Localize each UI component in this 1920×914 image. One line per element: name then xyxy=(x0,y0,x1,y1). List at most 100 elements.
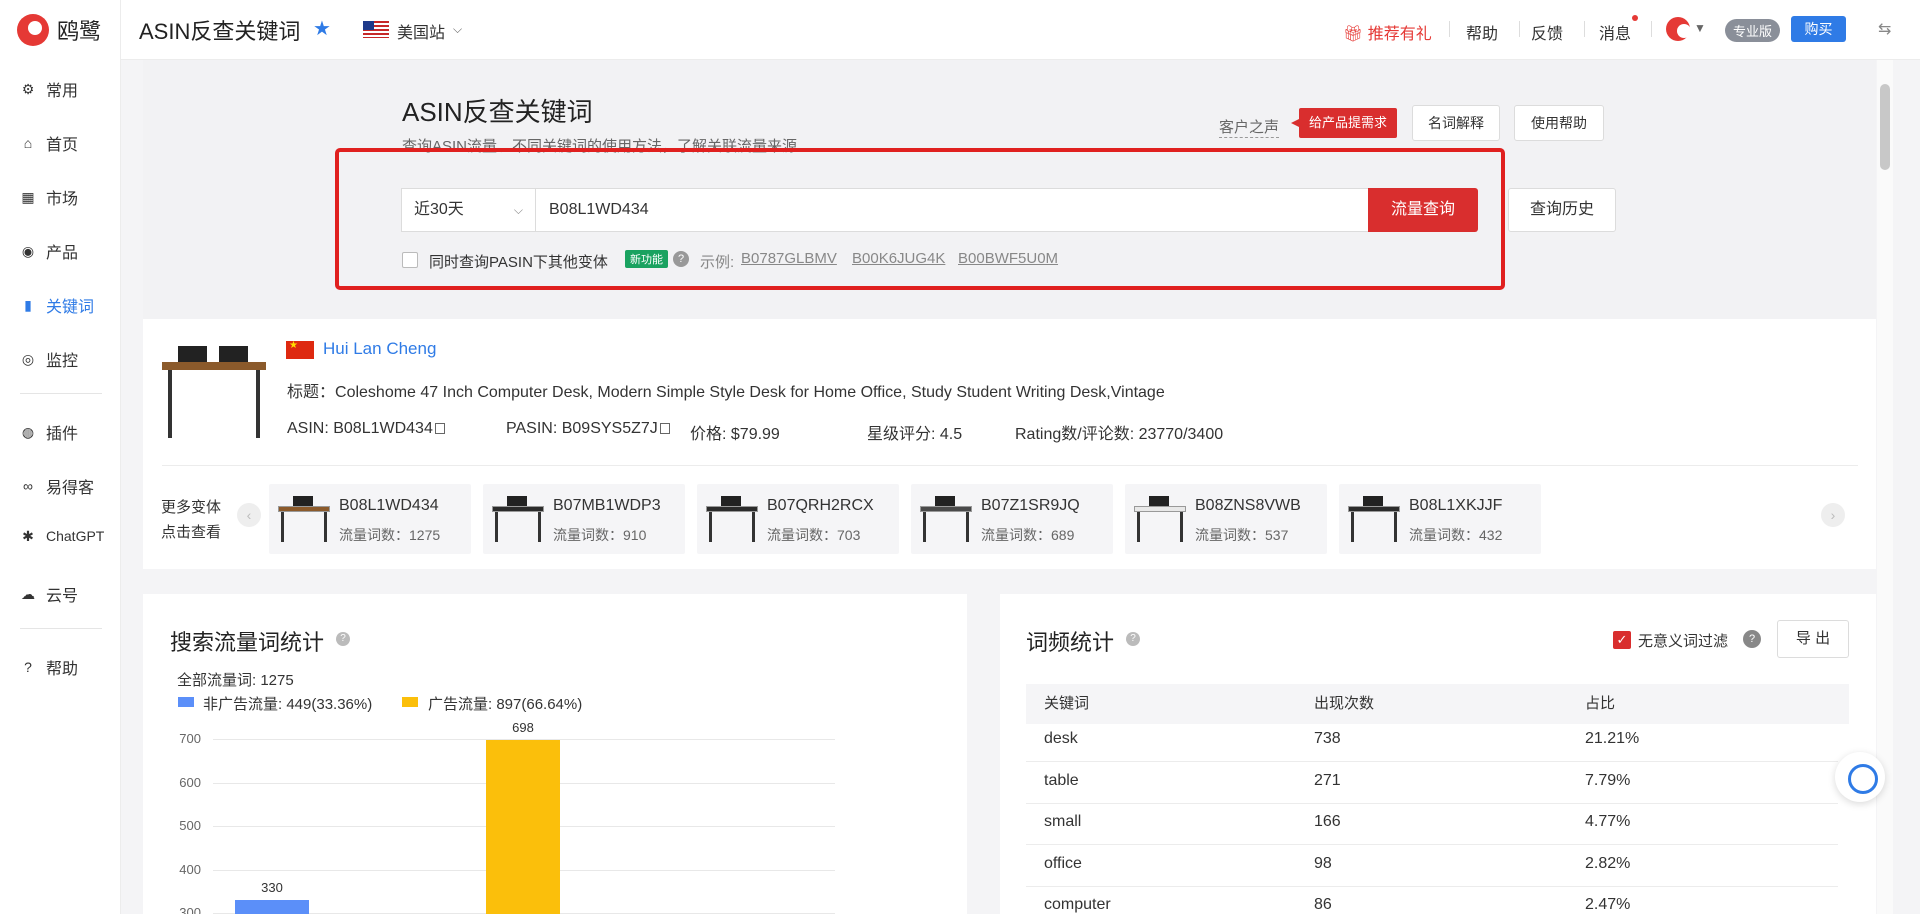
filter-checkbox[interactable]: ✓ xyxy=(1613,631,1631,649)
sidebar-item-monitor[interactable]: ◎ 监控 xyxy=(20,347,78,371)
table-cell: 166 xyxy=(1314,813,1341,830)
sidebar-item-keywords[interactable]: ▮ 关键词 xyxy=(20,293,94,317)
referral-link[interactable]: 🎁︎ 推荐有礼 xyxy=(1343,20,1432,44)
brand-logo[interactable]: 鸥鹭 xyxy=(17,14,101,46)
asin-text: ASIN: B08L1WD434 xyxy=(287,420,433,437)
help-icon[interactable]: ? xyxy=(673,251,689,267)
sidebar-item-plugin[interactable]: ◍ 插件 xyxy=(20,420,78,444)
more-variants-line: 更多变体 xyxy=(161,499,222,516)
example-asin-link[interactable]: B0787GLBMV xyxy=(741,250,837,267)
sidebar-item-home[interactable]: ⌂ 首页 xyxy=(20,131,78,155)
variant-card[interactable]: B08ZNS8VWB 流量词数：537 xyxy=(1125,484,1327,554)
help-icon[interactable]: ? xyxy=(1126,632,1140,646)
cloud-icon: ☁ xyxy=(21,586,35,602)
table-cell: table xyxy=(1044,771,1079,789)
help-link[interactable]: 帮助 xyxy=(1466,20,1498,44)
chevron-right-icon[interactable]: › xyxy=(1821,503,1845,527)
favorite-star-icon[interactable]: ★ xyxy=(313,16,331,41)
chart-bar[interactable] xyxy=(235,899,309,914)
chrome-icon: ◍ xyxy=(21,424,35,440)
sidebar-item-cloud[interactable]: ☁ 云号 xyxy=(20,582,78,606)
help-icon[interactable]: ? xyxy=(1743,630,1761,648)
title-label: 标题： xyxy=(287,384,336,401)
variant-asin: B07MB1WDP3 xyxy=(553,497,661,514)
home-icon: ⌂ xyxy=(23,135,33,151)
sidebar-item-market[interactable]: ▦ 市场 xyxy=(20,185,78,209)
help-icon[interactable]: ? xyxy=(336,632,350,646)
export-button[interactable]: 导 出 xyxy=(1777,620,1849,658)
variant-thumbnail xyxy=(1345,492,1403,546)
gift-icon: 🎁︎ xyxy=(1343,26,1368,43)
asin-input[interactable]: B08L1WD434 xyxy=(535,188,1369,232)
traffic-stats-title: 搜索流量词统计 xyxy=(170,630,325,655)
sidebar-item-help[interactable]: ? 帮助 xyxy=(20,655,78,679)
swap-icon[interactable]: ⇆ xyxy=(1878,19,1891,39)
variant-asin: B07Z1SR9JQ xyxy=(981,497,1080,514)
table-cell: 4.77% xyxy=(1585,813,1631,830)
sidebar-item-product[interactable]: ◉ 产品 xyxy=(20,239,78,263)
site-selector[interactable]: 美国站 xyxy=(397,19,445,43)
copy-icon[interactable] xyxy=(434,423,445,434)
customer-service-icon[interactable] xyxy=(1835,752,1885,802)
pasin-text: PASIN: B09SYS5Z7J xyxy=(506,420,658,437)
sidebar-item-yidek[interactable]: ∞ 易得客 xyxy=(20,474,94,498)
china-flag-icon xyxy=(286,340,314,359)
chevron-left-icon[interactable]: ‹ xyxy=(237,503,261,527)
query-history-button[interactable]: 查询历史 xyxy=(1508,188,1616,232)
chart-bar[interactable] xyxy=(486,739,560,914)
sidebar-item-chatgpt[interactable]: ✱ ChatGPT xyxy=(20,528,104,544)
scrollbar-thumb[interactable] xyxy=(1880,84,1890,170)
caret-down-icon[interactable]: ▼ xyxy=(1694,21,1706,35)
sidebar-item-frequent[interactable]: ⚙ 常用 xyxy=(20,77,78,101)
variant-checkbox[interactable] xyxy=(402,252,418,268)
table-row-divider xyxy=(1026,761,1838,762)
user-avatar[interactable] xyxy=(1666,17,1691,41)
variant-card[interactable]: B08L1WD434 流量词数：1275 xyxy=(269,484,471,554)
copy-icon[interactable] xyxy=(659,423,670,434)
variant-card[interactable]: B07MB1WDP3 流量词数：910 xyxy=(483,484,685,554)
sidebar-item-label: 关键词 xyxy=(46,299,95,316)
buy-button[interactable]: 购买 xyxy=(1791,16,1846,42)
pasin-value: PASIN: B09SYS5Z7J xyxy=(506,420,670,438)
table-cell: computer xyxy=(1044,896,1111,913)
bar-data-label: 330 xyxy=(261,879,283,895)
referral-label: 推荐有礼 xyxy=(1367,26,1432,43)
variant-card[interactable]: B08L1XKJJF 流量词数：432 xyxy=(1339,484,1541,554)
search-title: ASIN反查关键词 xyxy=(402,97,593,127)
sidebar-item-label: 产品 xyxy=(46,245,79,262)
traffic-query-button[interactable]: 流量查询 xyxy=(1368,188,1478,232)
example-asin-link[interactable]: B00BWF5U0M xyxy=(958,250,1058,267)
table-cell: office xyxy=(1044,854,1082,872)
brand-name: 鸥鹭 xyxy=(57,19,102,44)
variant-card[interactable]: B07Z1SR9JQ 流量词数：689 xyxy=(911,484,1113,554)
messages-link[interactable]: 消息 xyxy=(1599,20,1631,44)
variant-asin: B08L1XKJJF xyxy=(1409,497,1503,514)
sidebar-divider xyxy=(20,628,102,629)
column-header: 占比 xyxy=(1585,695,1616,712)
divider xyxy=(1651,21,1652,37)
rating-value: 星级评分: 4.5 xyxy=(867,426,963,443)
help-icon: ? xyxy=(24,659,32,675)
sidebar-item-label: 监控 xyxy=(46,353,79,370)
legend-swatch-non-ad xyxy=(178,697,194,707)
eye-icon: ◉ xyxy=(21,243,35,259)
seller-name-link[interactable]: Hui Lan Cheng xyxy=(323,339,436,359)
example-asin-link[interactable]: B00K6JUG4K xyxy=(852,250,945,267)
desk-leg-shape xyxy=(168,370,172,438)
feedback-link[interactable]: 反馈 xyxy=(1531,20,1563,44)
customer-voice-link[interactable]: 客户之声 xyxy=(1219,116,1280,138)
usage-help-button[interactable]: 使用帮助 xyxy=(1514,105,1604,141)
glossary-button[interactable]: 名词解释 xyxy=(1412,105,1500,141)
variant-asin: B07QRH2RCX xyxy=(767,497,874,514)
new-feature-badge: 新功能 xyxy=(625,250,668,268)
chevron-down-icon[interactable]: ⌵ xyxy=(453,22,462,37)
feature-request-tag[interactable]: 给产品提需求 xyxy=(1290,108,1398,138)
y-tick-label: 700 xyxy=(179,731,201,746)
period-select[interactable]: 近30天 ⌵ xyxy=(401,188,536,232)
top-bar: ASIN反查关键词 ★ 美国站 ⌵ 🎁︎ 推荐有礼 帮助 反馈 消息 ▼ 专业版… xyxy=(121,0,1920,60)
variant-card[interactable]: B07QRH2RCX 流量词数：703 xyxy=(697,484,899,554)
table-cell: 21.21% xyxy=(1585,730,1640,747)
chevron-down-icon: ⌵ xyxy=(513,203,523,217)
variant-keyword-count: 流量词数：432 xyxy=(1409,527,1503,543)
sidebar-item-label: 易得客 xyxy=(46,480,95,497)
